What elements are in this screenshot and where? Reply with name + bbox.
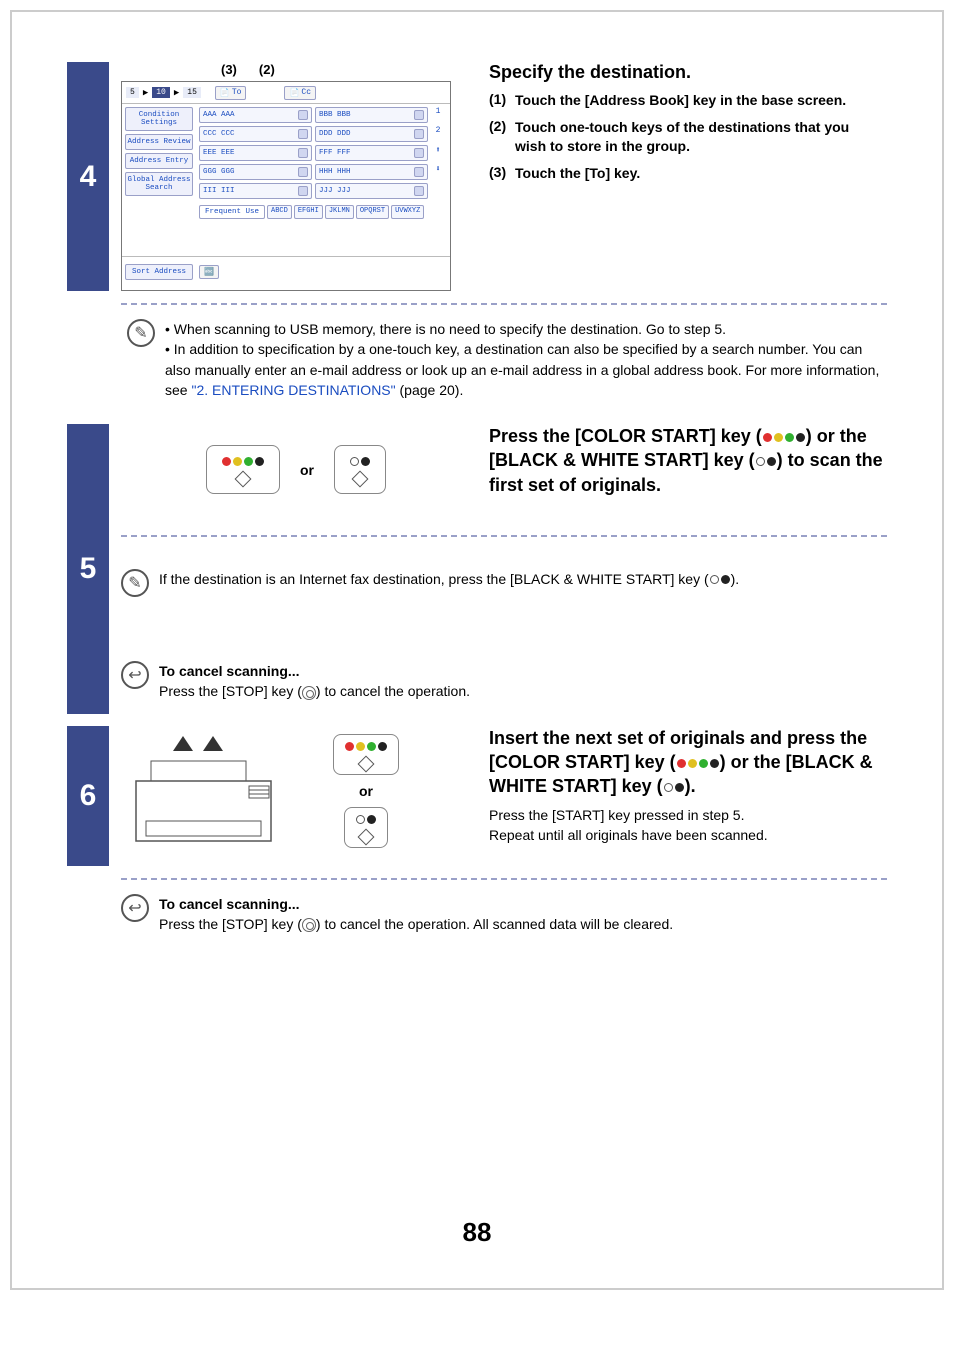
step-5: 5 or xyxy=(67,424,887,713)
cc-button[interactable]: 📄Cc xyxy=(284,86,316,100)
alpha-tab[interactable]: ABCD xyxy=(267,205,292,219)
frequent-use-tab[interactable]: Frequent Use xyxy=(199,205,265,219)
onetouch-cell[interactable]: EEE EEE xyxy=(199,145,312,161)
phone-icon xyxy=(298,129,308,139)
diamond-icon xyxy=(358,828,375,845)
printer-illustration xyxy=(121,726,321,856)
step-number-4: 4 xyxy=(67,62,109,291)
step5-cancel: To cancel scanning... Press the [STOP] k… xyxy=(159,661,887,702)
or-label: or xyxy=(300,462,314,478)
step6-p2: Repeat until all originals have been sca… xyxy=(489,827,887,843)
pencil-note-icon: ✎ xyxy=(127,319,155,347)
onetouch-cell[interactable]: AAA AAA xyxy=(199,107,312,123)
onetouch-cell[interactable]: BBB BBB xyxy=(315,107,428,123)
phone-icon xyxy=(414,186,424,196)
step-number-5: 5 xyxy=(67,424,109,713)
step6-cancel: To cancel scanning... Press the [STOP] k… xyxy=(159,894,887,935)
step-number-6: 6 xyxy=(67,726,109,866)
alpha-tab[interactable]: OPQRST xyxy=(356,205,389,219)
onetouch-cell[interactable]: DDD DDD xyxy=(315,126,428,142)
pager-down[interactable]: ⬇ xyxy=(431,164,445,180)
step4-note: • When scanning to USB memory, there is … xyxy=(165,319,887,400)
pager: 2 xyxy=(431,126,445,142)
step4-heading: Specify the destination. xyxy=(489,62,887,83)
or-label: or xyxy=(359,783,373,799)
onetouch-cell[interactable]: III III xyxy=(199,183,312,199)
page-number: 88 xyxy=(12,1217,942,1248)
return-icon: ↩ xyxy=(121,661,149,689)
folder-icon xyxy=(414,129,424,139)
stop-key-icon xyxy=(302,918,316,932)
callouts: (3) (2) xyxy=(121,62,471,77)
pencil-note-icon: ✎ xyxy=(121,569,149,597)
folder-icon xyxy=(298,167,308,177)
pager: 1 xyxy=(431,107,445,123)
device-screen: 5▶ 10▶ 15 📄To 📄Cc Condition Settings Ad xyxy=(121,81,451,291)
side-global-address-search[interactable]: Global Address Search xyxy=(125,172,193,196)
diamond-icon xyxy=(358,755,375,772)
folder-icon xyxy=(298,186,308,196)
onetouch-cell[interactable]: HHH HHH xyxy=(315,164,428,180)
sort-address-button[interactable]: Sort Address xyxy=(125,264,193,280)
sort-icon-button[interactable]: 🔤 xyxy=(199,265,219,279)
alpha-tab[interactable]: UVWXYZ xyxy=(391,205,424,219)
bw-start-key[interactable] xyxy=(344,807,388,848)
stop-key-icon xyxy=(302,686,316,700)
onetouch-cell[interactable]: FFF FFF xyxy=(315,145,428,161)
phone-icon xyxy=(298,148,308,158)
mail-icon xyxy=(298,110,308,120)
onetouch-cell[interactable]: CCC CCC xyxy=(199,126,312,142)
color-start-key[interactable] xyxy=(333,734,399,775)
diamond-icon xyxy=(352,471,369,488)
step5-heading: Press the [COLOR START] key () or the [B… xyxy=(489,424,887,497)
onetouch-cell[interactable]: GGG GGG xyxy=(199,164,312,180)
bw-start-key[interactable] xyxy=(334,445,386,494)
link-entering-destinations[interactable]: "2. ENTERING DESTINATIONS" xyxy=(191,382,395,398)
step6-heading: Insert the next set of originals and pre… xyxy=(489,726,887,799)
side-condition-settings[interactable]: Condition Settings xyxy=(125,107,193,131)
return-icon: ↩ xyxy=(121,894,149,922)
step6-p1: Press the [START] key pressed in step 5. xyxy=(489,807,887,823)
diamond-icon xyxy=(235,471,252,488)
color-start-key[interactable] xyxy=(206,445,280,494)
globe-icon xyxy=(414,110,424,120)
step5-note: If the destination is an Internet fax de… xyxy=(159,569,887,589)
step-6: 6 xyxy=(67,726,887,947)
folder-icon xyxy=(414,148,424,158)
alpha-tab[interactable]: EFGHI xyxy=(294,205,323,219)
onetouch-cell[interactable]: JJJ JJJ xyxy=(315,183,428,199)
side-address-review[interactable]: Address Review xyxy=(125,134,193,150)
alpha-tab[interactable]: JKLMN xyxy=(325,205,354,219)
to-button[interactable]: 📄To xyxy=(215,86,247,100)
side-address-entry[interactable]: Address Entry xyxy=(125,153,193,169)
globe-icon xyxy=(414,167,424,177)
step-4: 4 (3) (2) 5▶ 10▶ 15 📄To xyxy=(67,62,887,412)
pager-up[interactable]: ⬆ xyxy=(431,145,445,161)
